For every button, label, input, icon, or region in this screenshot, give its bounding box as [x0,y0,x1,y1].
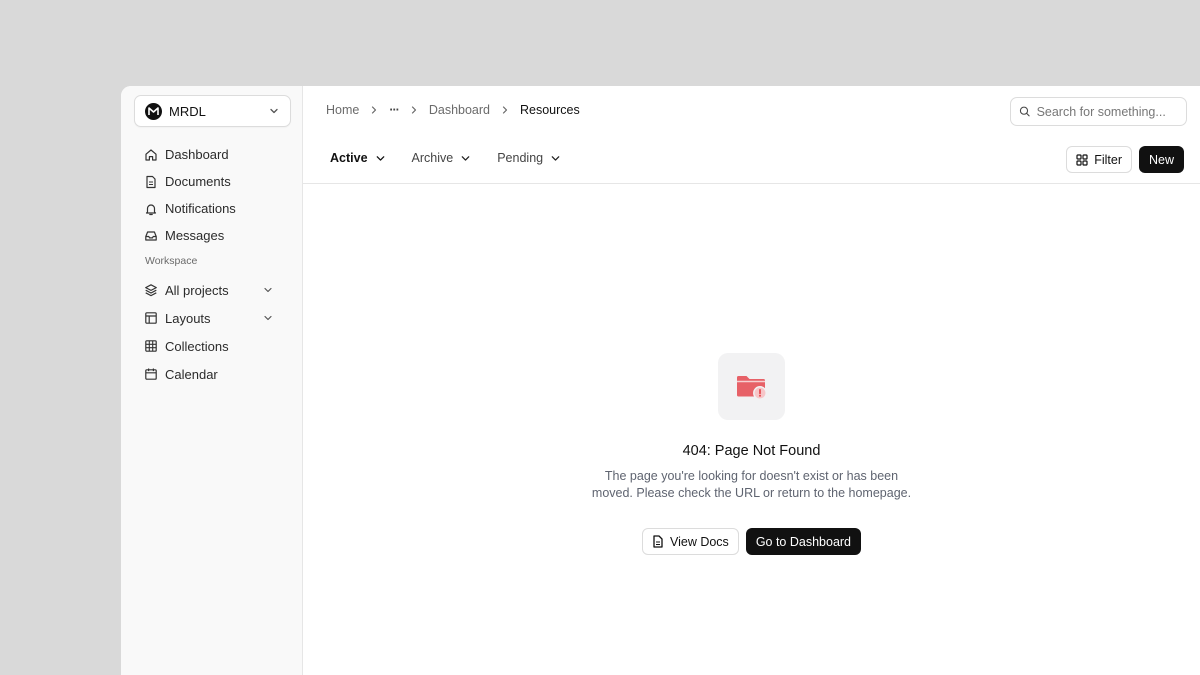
breadcrumb-home[interactable]: Home [326,103,359,117]
go-to-dashboard-button[interactable]: Go to Dashboard [745,528,862,555]
chevron-down-icon[interactable] [262,312,274,324]
calendar-icon [145,368,157,380]
tab-pending[interactable]: Pending [497,151,561,165]
search-icon [1019,106,1030,117]
org-switcher[interactable]: MRDL [134,95,291,127]
sidebar-item-layouts[interactable]: Layouts [134,304,291,332]
bell-icon [145,203,157,215]
document-icon [146,175,156,188]
breadcrumb-ellipsis[interactable]: ··· [389,103,399,117]
sidebar-item-dashboard[interactable]: Dashboard [134,141,291,168]
sidebar-item-label: Layouts [165,310,211,326]
sidebar-item-documents[interactable]: Documents [134,168,291,195]
empty-state-actions: View Docs Go to Dashboard [303,528,1200,555]
filter-button[interactable]: Filter [1066,146,1132,173]
view-docs-button[interactable]: View Docs [641,528,739,555]
grid-filter-icon [1076,153,1088,166]
org-name: MRDL [169,103,206,119]
tab-label: Pending [497,151,544,165]
grid-icon [145,340,157,352]
tab-label: Archive [411,151,454,165]
workspace-section-title: Workspace [145,255,198,267]
document-icon [653,535,663,548]
tab-active[interactable]: Active [330,151,386,165]
filter-label: Filter [1094,152,1122,167]
chevron-down-icon [270,108,278,114]
tabs-bar: Active Archive Pending Filter New [303,136,1200,184]
sidebar-item-notifications[interactable]: Notifications [134,195,291,222]
toolbar-actions: Filter New [1066,146,1184,173]
sidebar-nav: Dashboard Documents Notifications Messag… [134,141,291,249]
tab-label: Active [330,151,368,165]
breadcrumb-current: Resources [520,103,580,117]
sidebar-item-label: Calendar [165,366,218,382]
app-window: MRDL Dashboard Documents Notifications M… [121,86,1200,675]
search-box[interactable] [1010,97,1187,126]
empty-state-description: The page you're looking for doesn't exis… [591,469,912,500]
view-docs-label: View Docs [669,534,729,549]
sidebar-item-calendar[interactable]: Calendar [134,360,291,388]
empty-state-title: 404: Page Not Found [682,443,821,459]
empty-state: 404: Page Not Found The page you're look… [303,353,1200,555]
chevron-down-icon [551,155,560,161]
layers-icon [145,284,157,297]
empty-state-icon-tile [718,353,785,420]
sidebar-item-label: Documents [165,174,231,189]
sidebar-item-label: Notifications [165,201,236,216]
chevron-right-icon [500,105,510,115]
chevron-down-icon [461,155,470,161]
status-tabs: Active Archive Pending [330,151,587,165]
folder-alert-icon [736,375,767,400]
chevron-down-icon [376,155,384,161]
sidebar-item-label: Collections [165,338,229,354]
breadcrumb-dashboard[interactable]: Dashboard [429,103,490,117]
sidebar-item-all-projects[interactable]: All projects [134,276,291,304]
top-bar: Home ··· Dashboard Resources [303,86,1200,136]
sidebar: MRDL Dashboard Documents Notifications M… [121,86,303,675]
chevron-right-icon [369,105,379,115]
chevron-right-icon [409,105,419,115]
breadcrumb: Home ··· Dashboard Resources [326,103,580,117]
sidebar-item-collections[interactable]: Collections [134,332,291,360]
workspace-nav: All projects Layouts Collections Calenda… [134,276,291,388]
main-content: Home ··· Dashboard Resources Active [303,86,1200,675]
tab-archive[interactable]: Archive [412,151,472,165]
org-logo-icon [145,102,162,120]
inbox-icon [145,230,157,241]
new-button[interactable]: New [1138,146,1184,173]
home-icon [145,148,157,161]
chevron-down-icon[interactable] [262,284,274,296]
sidebar-item-label: Dashboard [165,147,229,162]
search-input[interactable] [1036,104,1178,119]
sidebar-item-label: All projects [165,282,229,298]
layout-icon [145,312,157,324]
sidebar-item-messages[interactable]: Messages [134,222,291,249]
sidebar-item-label: Messages [165,228,225,243]
